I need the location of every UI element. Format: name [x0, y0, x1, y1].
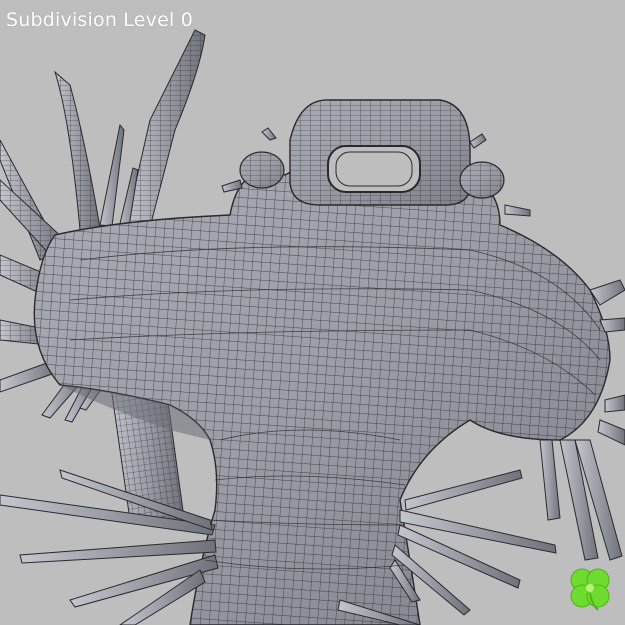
four-leaf-clover-icon: [570, 568, 610, 611]
3d-viewport[interactable]: Subdivision Level 0: [0, 0, 625, 625]
upper-spikes: [53, 29, 206, 236]
subdivision-level-label: Subdivision Level 0: [6, 9, 193, 31]
mesh-render[interactable]: [0, 0, 625, 625]
